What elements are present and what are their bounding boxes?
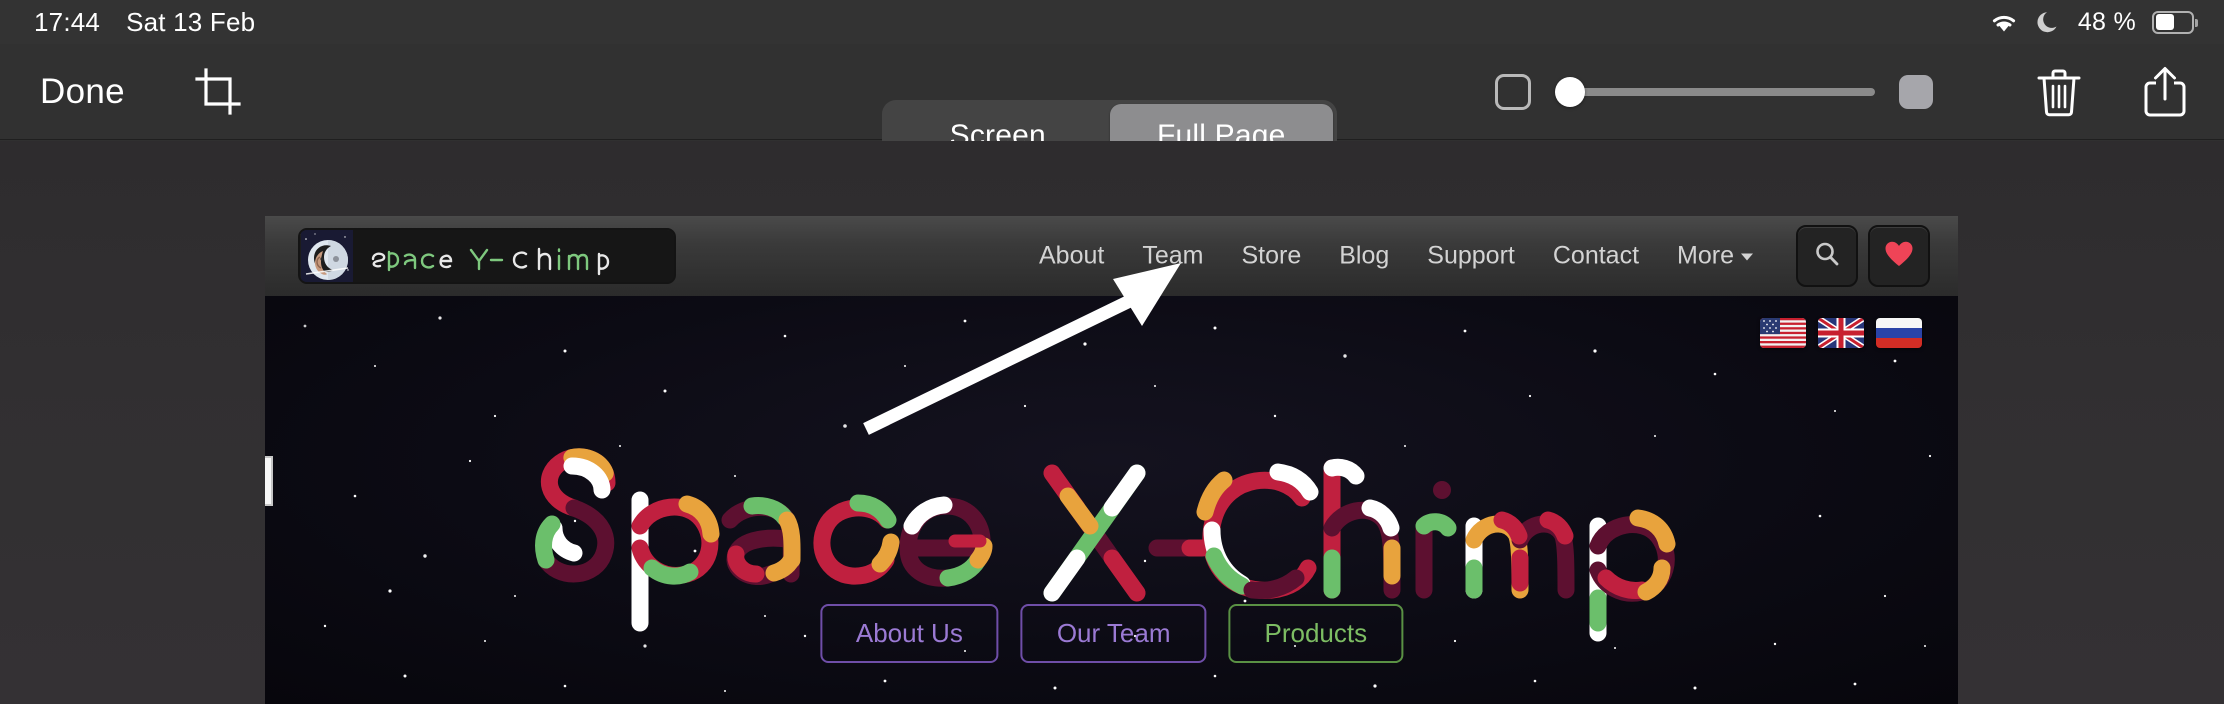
favorite-button[interactable]	[1868, 225, 1930, 287]
square-outline-icon[interactable]	[1495, 73, 1531, 110]
crop-icon[interactable]	[192, 66, 244, 118]
site-logo-wordmark	[353, 230, 674, 282]
flag-uk[interactable]	[1818, 318, 1864, 348]
nav-item-more[interactable]: More	[1677, 242, 1753, 271]
slider-track	[1555, 87, 1875, 96]
battery-icon	[2152, 10, 2198, 34]
flag-us[interactable]	[1760, 318, 1806, 348]
status-bar: 17:44 Sat 13 Feb 48 %	[0, 0, 2224, 44]
nav-item-store[interactable]: Store	[1241, 242, 1301, 271]
nav-item-contact[interactable]: Contact	[1553, 242, 1639, 271]
hero-section: About Us Our Team Products	[265, 296, 1958, 704]
status-time: 17:44	[34, 6, 101, 37]
search-button[interactable]	[1796, 225, 1858, 287]
markup-toolbar: Done Screen Full Page	[0, 44, 2224, 172]
site-header-buttons	[1796, 225, 1930, 287]
slider-thumb[interactable]	[1555, 76, 1585, 107]
our-team-button[interactable]: Our Team	[1020, 604, 1207, 663]
square-filled-icon[interactable]	[1899, 74, 1933, 109]
status-date: Sat 13 Feb	[126, 6, 256, 37]
status-bar-right: 48 %	[1988, 0, 2198, 44]
status-bar-left: 17:44 Sat 13 Feb	[34, 7, 255, 38]
site-logo[interactable]	[298, 228, 676, 284]
site-nav: About Team Store Blog Support Contact Mo…	[1039, 242, 1753, 271]
heart-icon	[1884, 240, 1914, 273]
nav-item-about[interactable]: About	[1039, 242, 1104, 271]
screenshot-preview-area[interactable]: About Team Store Blog Support Contact Mo…	[0, 141, 2224, 704]
nav-item-more-label: More	[1677, 241, 1734, 270]
battery-percent: 48 %	[2077, 7, 2136, 36]
about-us-button[interactable]: About Us	[819, 604, 999, 663]
opacity-slider[interactable]	[1555, 74, 1875, 110]
moon-icon	[2036, 9, 2062, 35]
products-button[interactable]: Products	[1228, 604, 1404, 663]
ios-markup-screen: 17:44 Sat 13 Feb 48 % Done Screen Full P…	[0, 0, 2224, 704]
nav-item-support[interactable]: Support	[1427, 242, 1515, 271]
chevron-down-icon	[1741, 253, 1753, 261]
flag-ru[interactable]	[1876, 318, 1922, 348]
site-header: About Team Store Blog Support Contact Mo…	[265, 216, 1958, 296]
captured-web-page: About Team Store Blog Support Contact Mo…	[265, 216, 1958, 704]
carousel-next-button[interactable]	[265, 456, 273, 506]
opacity-slider-group	[1495, 73, 1933, 110]
search-icon	[1812, 239, 1842, 274]
nav-item-blog[interactable]: Blog	[1339, 242, 1389, 271]
wifi-icon	[1988, 10, 2020, 34]
done-button[interactable]: Done	[40, 72, 125, 112]
share-icon[interactable]	[2142, 65, 2188, 119]
chimp-astronaut-avatar	[301, 230, 353, 282]
language-flags	[1760, 318, 1922, 348]
nav-item-team[interactable]: Team	[1142, 242, 1203, 271]
trash-icon[interactable]	[2035, 66, 2083, 118]
hero-cta-buttons: About Us Our Team Products	[819, 604, 1404, 663]
